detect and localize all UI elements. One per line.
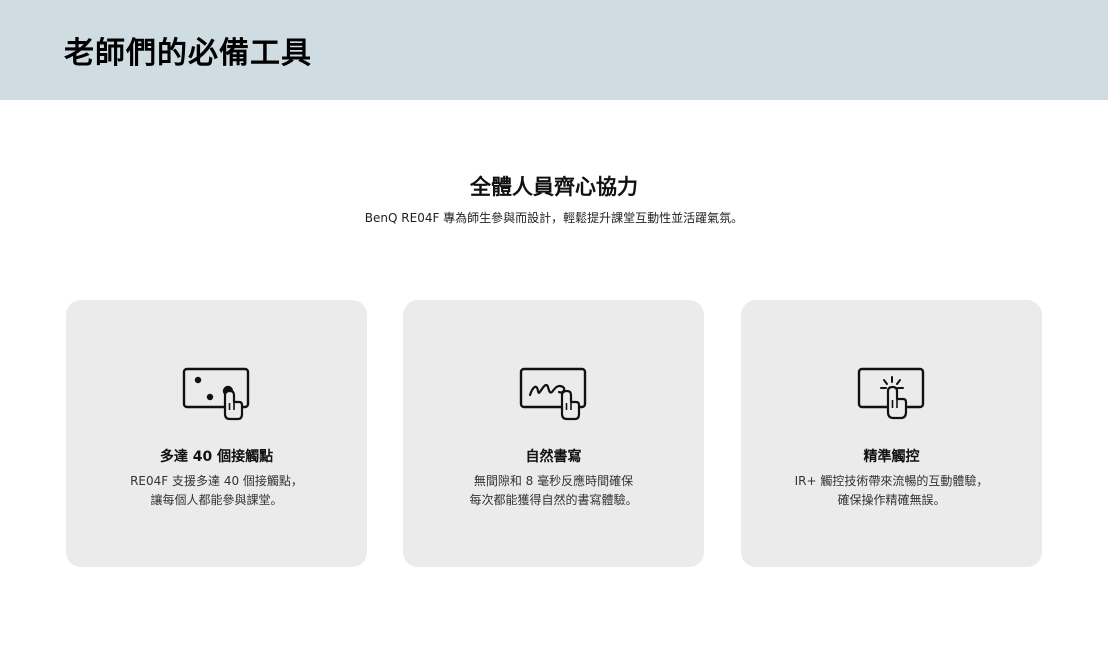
feature-description-line: RE04F 支援多達 40 個接觸點，	[130, 474, 303, 488]
feature-title: 自然書寫	[525, 449, 582, 465]
feature-description-line: IR+ 觸控技術帶來流暢的互動體驗，	[794, 474, 989, 488]
multi-touch-icon	[182, 367, 250, 421]
precise-touch-icon	[857, 367, 925, 420]
feature-description: IR+ 觸控技術帶來流暢的互動體驗， 確保操作精確無誤。	[751, 472, 1032, 510]
feature-title: 精準觸控	[863, 449, 920, 465]
page-title: 老師們的必備工具	[64, 36, 312, 71]
feature-card-precise-touch: 精準觸控 IR+ 觸控技術帶來流暢的互動體驗， 確保操作精確無誤。	[741, 300, 1042, 567]
feature-title: 多達 40 個接觸點	[159, 449, 274, 465]
section-subtitle: BenQ RE04F 專為師生參與而設計，輕鬆提升課堂互動性並活躍氣氛。	[364, 211, 744, 225]
feature-description-line: 讓每個人都能參與課堂。	[150, 493, 283, 507]
feature-card-multi-touch: 多達 40 個接觸點 RE04F 支援多達 40 個接觸點， 讓每個人都能參與課…	[66, 300, 367, 567]
feature-description-line: 每次都能獲得自然的書寫體驗。	[469, 493, 638, 507]
handwriting-icon	[519, 367, 587, 421]
page-banner: 老師們的必備工具	[0, 0, 1108, 100]
feature-description: 無間隙和 8 毫秒反應時間確保 每次都能獲得自然的書寫體驗。	[413, 472, 694, 510]
feature-description: RE04F 支援多達 40 個接觸點， 讓每個人都能參與課堂。	[76, 472, 357, 510]
feature-card-natural-writing: 自然書寫 無間隙和 8 毫秒反應時間確保 每次都能獲得自然的書寫體驗。	[403, 300, 704, 567]
feature-description-line: 無間隙和 8 毫秒反應時間確保	[473, 474, 634, 488]
feature-description-line: 確保操作精確無誤。	[837, 493, 946, 507]
section-title: 全體人員齊心協力	[470, 175, 638, 199]
